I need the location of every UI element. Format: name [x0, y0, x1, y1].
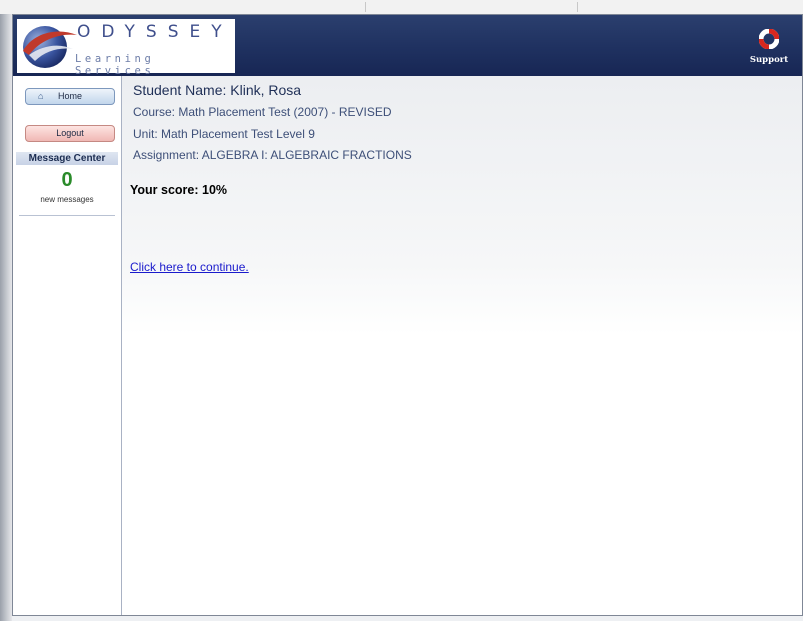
house-icon: ⌂: [38, 91, 44, 101]
home-button-label: Home: [57, 91, 82, 101]
logout-button-label: Logout: [56, 128, 84, 138]
course-info: Course: Math Placement Test (2007) - REV…: [133, 105, 392, 119]
main-content: Student Name: Klink, Rosa Course: Math P…: [122, 76, 802, 615]
support-button[interactable]: Support: [742, 28, 796, 65]
message-count-label: new messages: [40, 195, 94, 204]
window-left-rail: [0, 14, 12, 621]
site-header: ODYSSEY Learning Services Support: [13, 15, 802, 78]
student-name: Student Name: Klink, Rosa: [133, 82, 302, 98]
odyssey-swirl-icon: [23, 26, 77, 68]
odyssey-logo[interactable]: ODYSSEY Learning Services: [17, 19, 235, 77]
logo-tagline: Learning Services: [75, 53, 155, 77]
lifebuoy-icon: [758, 28, 780, 50]
sidebar: ⌂ Home Logout Message Center 0 new messa…: [13, 76, 122, 615]
continue-link[interactable]: Click here to continue.: [130, 260, 249, 274]
sidebar-divider: [19, 215, 115, 216]
support-label: Support: [749, 55, 789, 65]
home-button[interactable]: ⌂ Home: [25, 88, 115, 105]
message-center-title: Message Center: [16, 152, 118, 165]
message-count[interactable]: 0: [16, 169, 118, 192]
top-strip-divider: [576, 2, 578, 12]
score-text: Your score: 10%: [130, 183, 228, 197]
browser-top-strip: [0, 0, 803, 15]
logo-wordmark: ODYSSEY: [77, 22, 233, 42]
status-bar-edge: [12, 616, 803, 621]
page-frame: ODYSSEY Learning Services Support ⌂ Home…: [12, 14, 803, 616]
unit-info: Unit: Math Placement Test Level 9: [133, 127, 315, 141]
assignment-info: Assignment: ALGEBRA I: ALGEBRAIC FRACTIO…: [133, 148, 412, 162]
top-strip-divider: [364, 2, 366, 12]
logout-button[interactable]: Logout: [25, 125, 115, 142]
